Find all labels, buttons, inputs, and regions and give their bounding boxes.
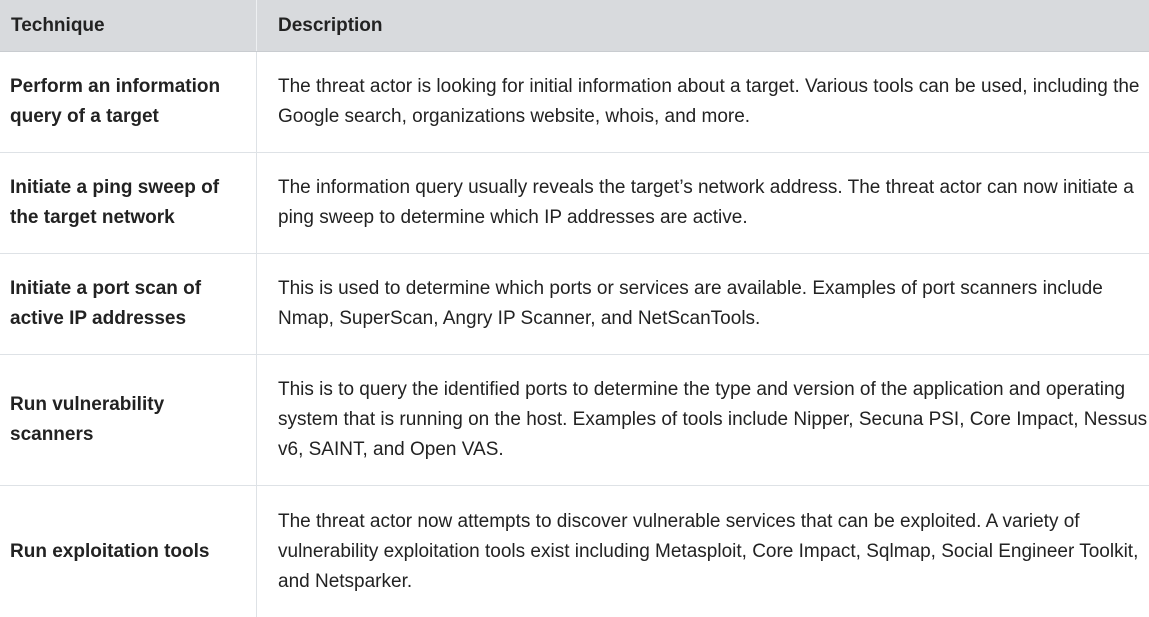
description-cell: The threat actor now attempts to discove… <box>257 486 1149 617</box>
technique-cell: Run vulnerability scanners <box>0 355 257 485</box>
technique-text: Run exploitation tools <box>10 540 210 562</box>
column-header-technique: Technique <box>0 0 257 51</box>
table-row: Initiate a ping sweep of the target netw… <box>0 153 1149 254</box>
description-cell: This is to query the identified ports to… <box>257 355 1149 485</box>
description-text: This is to query the identified ports to… <box>278 379 1148 460</box>
description-cell: This is used to determine which ports or… <box>257 254 1149 354</box>
description-text: The information query usually reveals th… <box>278 177 1134 228</box>
description-text: The threat actor is looking for initial … <box>278 76 1140 127</box>
technique-cell: Perform an information query of a target <box>0 52 257 152</box>
table-row: Run exploitation tools The threat actor … <box>0 486 1149 617</box>
description-text: The threat actor now attempts to discove… <box>278 510 1139 592</box>
description-cell: The threat actor is looking for initial … <box>257 52 1149 152</box>
technique-text: Initiate a port scan of active IP addres… <box>10 278 202 329</box>
technique-cell: Initiate a ping sweep of the target netw… <box>0 153 257 253</box>
table-row: Run vulnerability scanners This is to qu… <box>0 355 1149 486</box>
table-header-row: Technique Description <box>0 0 1149 52</box>
description-cell: The information query usually reveals th… <box>257 153 1149 253</box>
technique-cell: Initiate a port scan of active IP addres… <box>0 254 257 354</box>
technique-text: Run vulnerability scanners <box>10 394 165 445</box>
table-row: Perform an information query of a target… <box>0 52 1149 153</box>
description-text: This is used to determine which ports or… <box>278 278 1103 329</box>
column-header-description: Description <box>278 14 383 36</box>
technique-cell: Run exploitation tools <box>0 486 257 617</box>
technique-text: Initiate a ping sweep of the target netw… <box>10 177 220 228</box>
technique-text: Perform an information query of a target <box>10 76 221 127</box>
techniques-table: Technique Description Perform an informa… <box>0 0 1149 617</box>
table-row: Initiate a port scan of active IP addres… <box>0 254 1149 355</box>
